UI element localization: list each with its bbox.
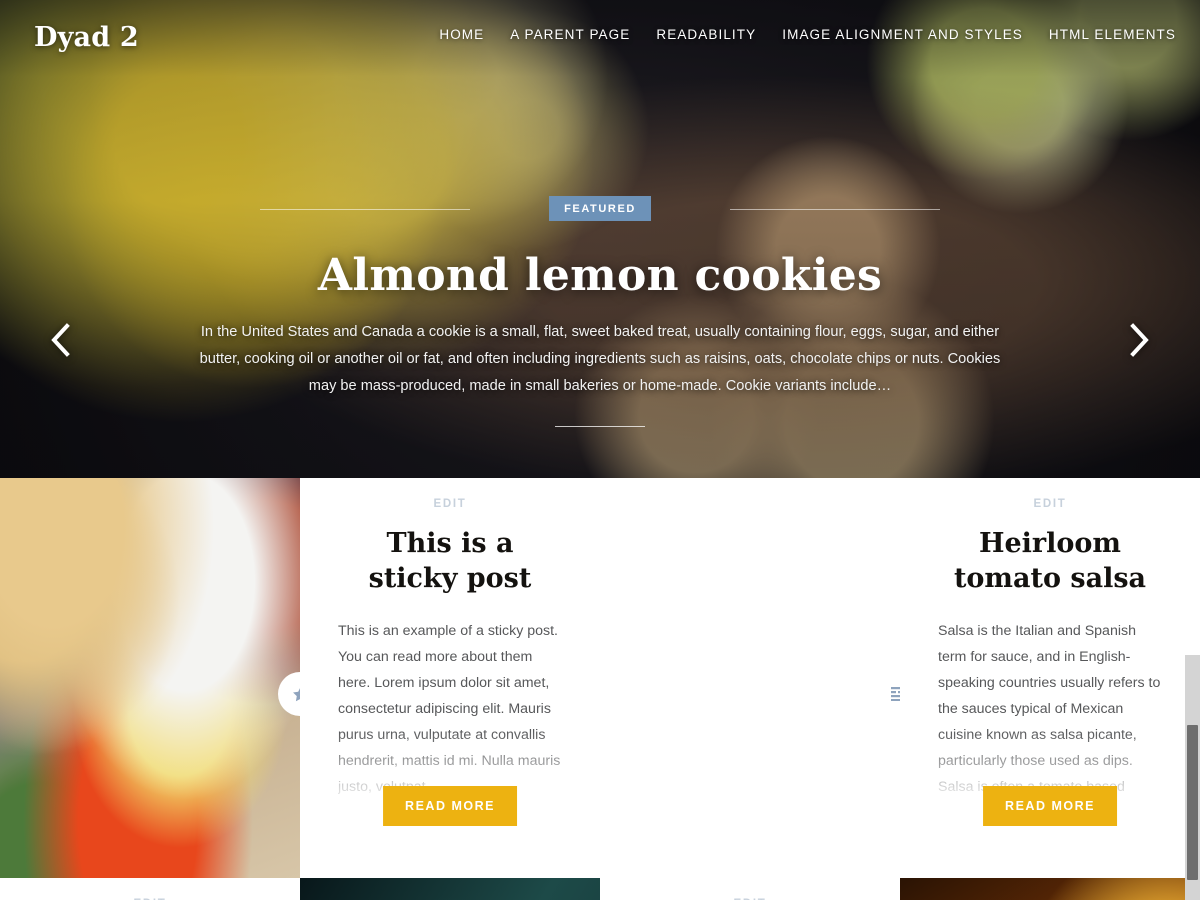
next-post-cell-2: EDIT: [600, 878, 900, 900]
hero-content: FEATURED Almond lemon cookies In the Uni…: [0, 196, 1200, 427]
sticky-post-card: EDIT This is a sticky post This is an ex…: [300, 478, 600, 878]
star-icon: [291, 685, 300, 704]
heirloom-tomato-salsa-cell: EDIT Heirloom tomato salsa Salsa is the …: [900, 478, 1200, 878]
post-grid-row-2: EDIT EDIT: [0, 878, 1200, 900]
post-title-heirloom-tomato-salsa[interactable]: Heirloom tomato salsa: [938, 526, 1162, 596]
read-more-button-heirloom-tomato-salsa[interactable]: READ MORE: [983, 786, 1117, 826]
read-more-button-sticky-post[interactable]: READ MORE: [383, 786, 517, 826]
post-excerpt-sticky-post: This is an example of a sticky post. You…: [338, 623, 561, 795]
post-grid-row-1: EDIT This is a sticky post This is an ex…: [0, 478, 1200, 878]
aside-lines-icon: [891, 687, 900, 701]
nav-item-a-parent-page[interactable]: A PARENT PAGE: [510, 27, 630, 42]
sticky-post-cell: EDIT This is a sticky post This is an ex…: [300, 478, 600, 878]
next-post-cell-1: EDIT: [0, 878, 300, 900]
post-excerpt-heirloom-tomato-salsa: Salsa is the Italian and Spanish term fo…: [938, 623, 1161, 795]
edit-link-heirloom-tomato-salsa[interactable]: EDIT: [1034, 498, 1067, 510]
hero-post-excerpt: In the United States and Canada a cookie…: [199, 324, 1001, 394]
featured-badge-row: FEATURED: [250, 196, 950, 224]
hero-next-button[interactable]: [1112, 312, 1168, 368]
tomatillo-photo-cell[interactable]: [600, 478, 900, 878]
chevron-right-icon: [1127, 320, 1153, 360]
rice-plate-photo-cell[interactable]: [0, 478, 300, 878]
bottle-photo: [300, 878, 600, 900]
post-title-sticky-post[interactable]: This is a sticky post: [338, 526, 562, 596]
nav-item-home[interactable]: HOME: [439, 27, 484, 42]
tomatillo-photo: [600, 478, 900, 878]
fire-photo-cell[interactable]: [900, 878, 1200, 900]
hero-prev-button[interactable]: [32, 312, 88, 368]
hero-slider: Dyad 2 HOME A PARENT PAGE READABILITY IM…: [0, 0, 1200, 478]
chevron-left-icon: [47, 320, 73, 360]
scrollbar-thumb[interactable]: [1187, 725, 1198, 880]
next-post-card-2: EDIT: [600, 878, 900, 900]
site-title[interactable]: Dyad 2: [34, 22, 139, 53]
featured-badge: FEATURED: [549, 196, 651, 221]
next-post-card-1: EDIT: [0, 878, 300, 900]
bottle-photo-cell[interactable]: [300, 878, 600, 900]
hero-divider: [555, 426, 645, 427]
heirloom-tomato-salsa-card: EDIT Heirloom tomato salsa Salsa is the …: [900, 478, 1200, 878]
page-scrollbar[interactable]: [1185, 655, 1200, 900]
nav-item-readability[interactable]: READABILITY: [656, 27, 756, 42]
nav-item-image-alignment-and-styles[interactable]: IMAGE ALIGNMENT AND STYLES: [782, 27, 1023, 42]
fire-photo: [900, 878, 1200, 900]
rice-plate-photo: [0, 478, 300, 878]
primary-navigation: HOME A PARENT PAGE READABILITY IMAGE ALI…: [439, 27, 1176, 42]
post-grid: EDIT This is a sticky post This is an ex…: [0, 478, 1200, 900]
nav-item-html-elements[interactable]: HTML ELEMENTS: [1049, 27, 1176, 42]
edit-link-sticky-post[interactable]: EDIT: [434, 498, 467, 510]
hero-post-title[interactable]: Almond lemon cookies: [0, 250, 1200, 301]
